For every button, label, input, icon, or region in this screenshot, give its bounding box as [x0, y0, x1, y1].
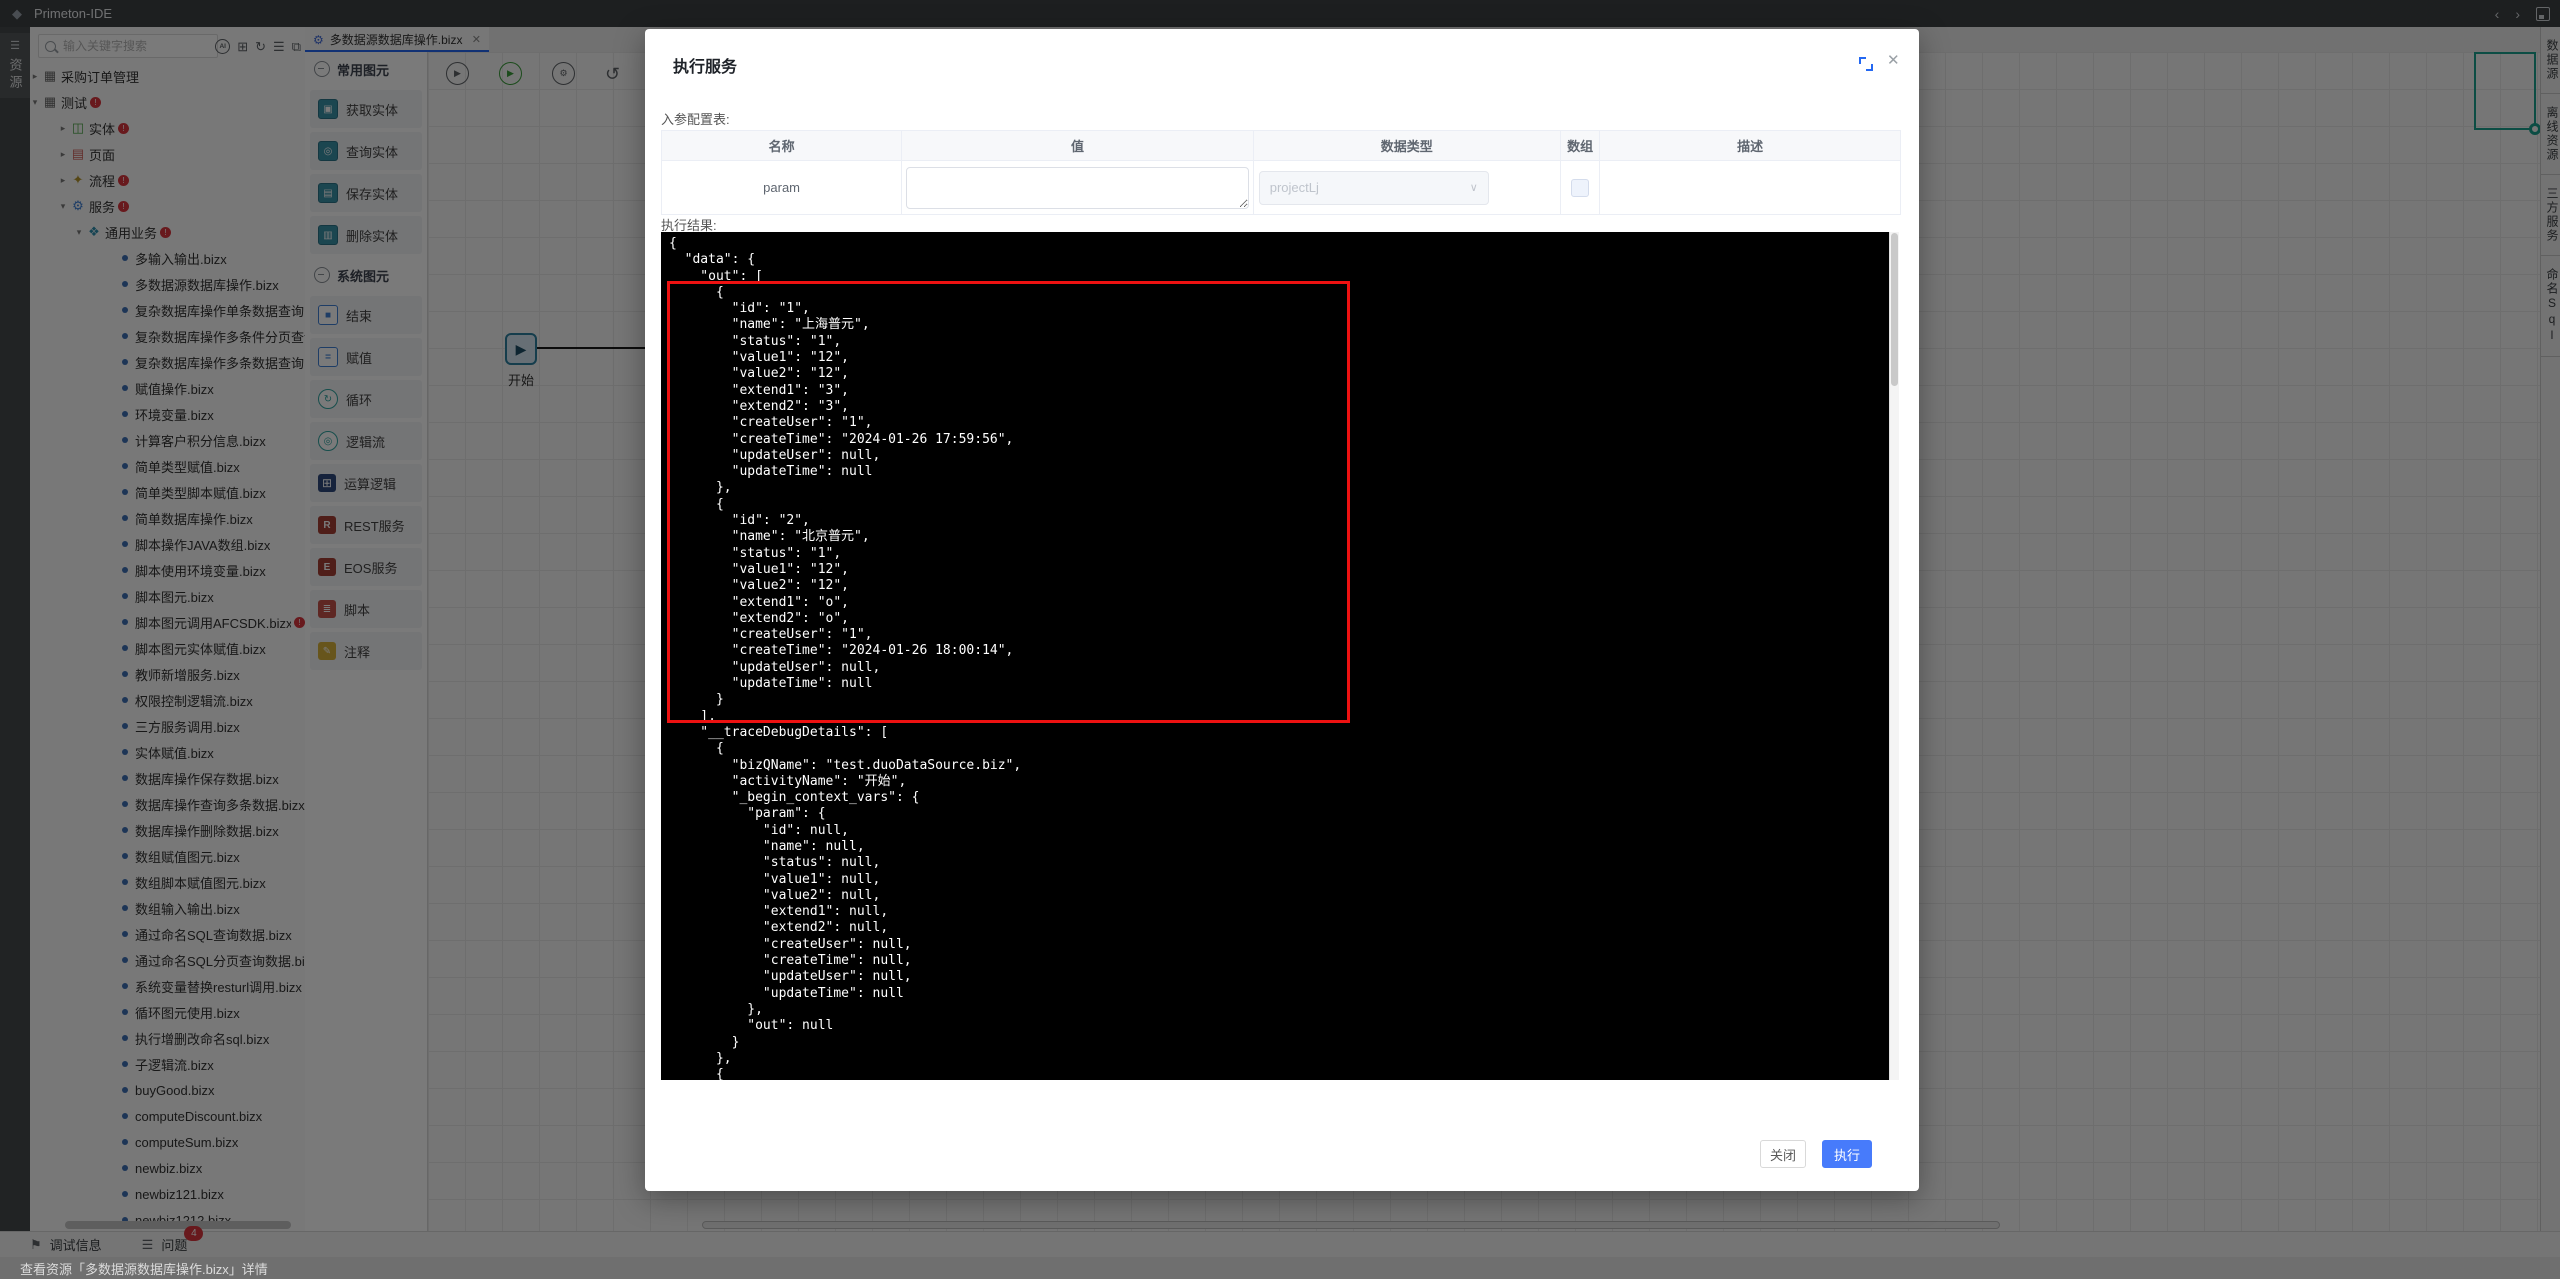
terminal-line: "createTime": null,	[669, 953, 1889, 969]
terminal-line: "status": "1",	[669, 334, 1889, 350]
param-array-cell	[1561, 161, 1601, 214]
terminal-line: "createUser": "1",	[669, 415, 1889, 431]
terminal-line: {	[669, 285, 1889, 301]
terminal-line: },	[669, 1002, 1889, 1018]
terminal-output: { "data": { "out": [ { "id": "1", "name"…	[661, 232, 1889, 1080]
terminal-line: "extend1": "o",	[669, 595, 1889, 611]
array-checkbox[interactable]	[1571, 179, 1589, 197]
param-name-cell: param	[662, 161, 902, 214]
terminal-line: "_begin_context_vars": {	[669, 790, 1889, 806]
terminal-line: "name": "上海普元",	[669, 317, 1889, 333]
terminal-line: "activityName": "开始",	[669, 774, 1889, 790]
terminal-line: "id": "1",	[669, 301, 1889, 317]
terminal-line: "id": null,	[669, 823, 1889, 839]
col-header-name: 名称	[662, 131, 902, 160]
terminal-line: "extend2": null,	[669, 920, 1889, 936]
params-table: 名称 值 数据类型 数组 描述 param projectLj ∨	[661, 130, 1901, 215]
terminal-line: "extend2": "o",	[669, 611, 1889, 627]
terminal-scrollbar	[1889, 232, 1899, 1080]
col-header-datatype: 数据类型	[1254, 131, 1561, 160]
terminal-scrollbar-thumb[interactable]	[1891, 233, 1898, 386]
params-table-header: 名称 值 数据类型 数组 描述	[662, 131, 1900, 161]
terminal-line: "createUser": null,	[669, 937, 1889, 953]
terminal-line: "value2": "12",	[669, 366, 1889, 382]
col-header-value: 值	[902, 131, 1254, 160]
terminal-line: "out": null	[669, 1018, 1889, 1034]
param-row: param projectLj ∨	[662, 161, 1900, 214]
datatype-select[interactable]: projectLj ∨	[1259, 171, 1489, 205]
terminal-line: "name": null,	[669, 839, 1889, 855]
terminal-line: },	[669, 480, 1889, 496]
terminal-line: "out": [	[669, 269, 1889, 285]
terminal-line: },	[669, 1051, 1889, 1067]
terminal-line: }	[669, 692, 1889, 708]
terminal-line: ],	[669, 709, 1889, 725]
terminal-line: "updateTime": null	[669, 986, 1889, 1002]
terminal-line: "status": null,	[669, 855, 1889, 871]
terminal-line: "value2": null,	[669, 888, 1889, 904]
terminal-line: "updateUser": null,	[669, 969, 1889, 985]
result-terminal-wrap: { "data": { "out": [ { "id": "1", "name"…	[661, 232, 1899, 1080]
terminal-line: {	[669, 236, 1889, 252]
result-terminal[interactable]: { "data": { "out": [ { "id": "1", "name"…	[661, 232, 1889, 1080]
status-bar: 查看资源「多数据源数据库操作.bizx」详情	[0, 1257, 2560, 1279]
close-button[interactable]: 关闭	[1760, 1140, 1806, 1168]
terminal-line: "bizQName": "test.duoDataSource.biz",	[669, 758, 1889, 774]
status-bar-text: 查看资源「多数据源数据库操作.bizx」详情	[20, 1259, 268, 1278]
dialog-title: 执行服务	[673, 53, 737, 77]
param-type-cell: projectLj ∨	[1254, 161, 1561, 214]
terminal-line: {	[669, 1067, 1889, 1080]
terminal-line: "updateUser": null,	[669, 660, 1889, 676]
terminal-line: "createUser": "1",	[669, 627, 1889, 643]
param-value-cell	[902, 161, 1254, 214]
terminal-line: "data": {	[669, 252, 1889, 268]
terminal-line: "value1": "12",	[669, 350, 1889, 366]
terminal-line: {	[669, 497, 1889, 513]
terminal-line: {	[669, 741, 1889, 757]
params-table-label: 入参配置表:	[661, 109, 730, 128]
terminal-line: "id": "2",	[669, 513, 1889, 529]
terminal-line: "status": "1",	[669, 546, 1889, 562]
terminal-line: "__traceDebugDetails": [	[669, 725, 1889, 741]
application-window: ◆ Primeton-IDE ‹ › ☰ 资源 AI ⊞ ↻ ☰ ⧉	[0, 0, 2560, 1279]
terminal-line: "extend1": "3",	[669, 383, 1889, 399]
fullscreen-icon[interactable]	[1859, 57, 1873, 71]
terminal-line: "name": "北京普元",	[669, 529, 1889, 545]
chevron-down-icon: ∨	[1470, 181, 1478, 194]
close-icon[interactable]: ✕	[1887, 53, 1900, 68]
terminal-line: "createTime": "2024-01-26 18:00:14",	[669, 643, 1889, 659]
terminal-line: "value1": "12",	[669, 562, 1889, 578]
col-header-description: 描述	[1600, 131, 1900, 160]
terminal-line: "updateUser": null,	[669, 448, 1889, 464]
terminal-line: "value2": "12",	[669, 578, 1889, 594]
terminal-line: "updateTime": null	[669, 464, 1889, 480]
col-header-array: 数组	[1561, 131, 1601, 160]
param-description-cell	[1600, 161, 1900, 214]
terminal-line: "extend1": null,	[669, 904, 1889, 920]
terminal-line: "value1": null,	[669, 872, 1889, 888]
terminal-line: "extend2": "3",	[669, 399, 1889, 415]
execute-service-dialog: 执行服务 ✕ 入参配置表: 名称 值 数据类型 数组 描述 param proj…	[645, 29, 1919, 1191]
param-value-input[interactable]	[906, 167, 1249, 209]
terminal-line: "updateTime": null	[669, 676, 1889, 692]
terminal-line: "createTime": "2024-01-26 17:59:56",	[669, 432, 1889, 448]
execute-button[interactable]: 执行	[1822, 1140, 1872, 1168]
terminal-line: }	[669, 1035, 1889, 1051]
datatype-select-value: projectLj	[1270, 180, 1319, 195]
terminal-line: "param": {	[669, 806, 1889, 822]
